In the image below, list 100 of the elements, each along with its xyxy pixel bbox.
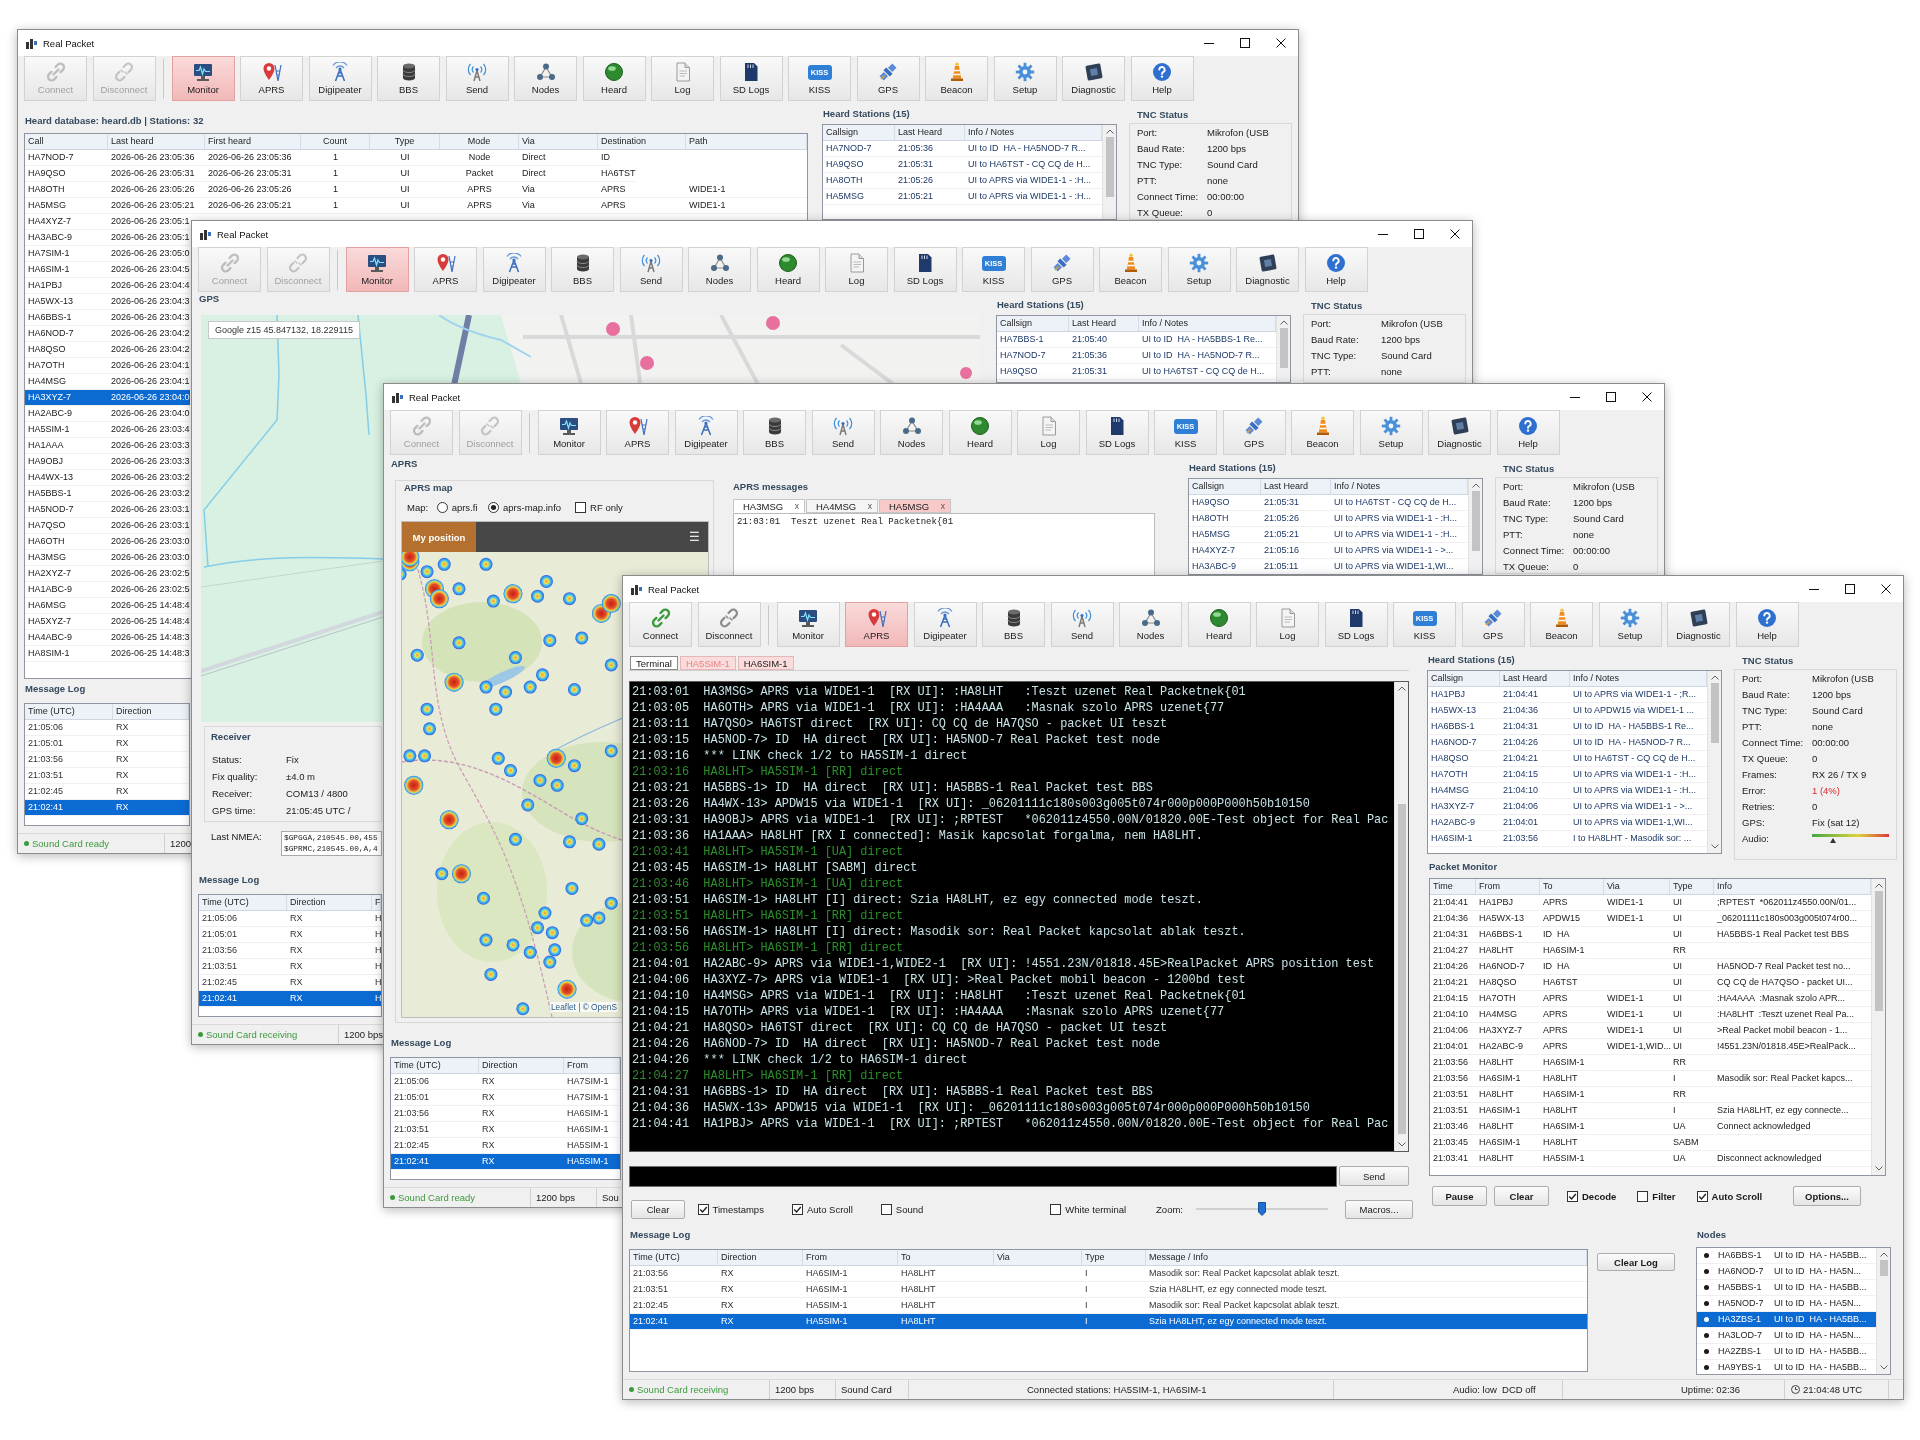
table-row[interactable]: 21:03:46 HA8LHT HA6SIM-1 UA Connect acknowledged <box>1430 1119 1871 1135</box>
scroll-down-icon[interactable] <box>1397 1142 1406 1147</box>
scroll-up-icon[interactable] <box>1471 483 1480 488</box>
toolbar-button[interactable]: Nodes <box>1119 602 1182 647</box>
toolbar-button[interactable]: Disconnect <box>697 602 761 647</box>
toolbar-button[interactable]: APRS <box>606 410 669 455</box>
table-row[interactable]: HA9QSO 2026-06-26 23:05:31 2026-06-26 23:05:31 1 UI Packet Direct HA6TST <box>25 166 636 182</box>
radio-label[interactable]: aprs-map.info <box>503 501 562 513</box>
table-row[interactable]: HA8OTH 2026-06-26 23:05:26 2026-06-26 23:05:26 1 UI APRS Via APRS WIDE1-1 <box>25 182 807 198</box>
table-row[interactable]: 21:04:21 HA8QSO HA6TST UI CQ CQ de HA7QSO - packet UI... <box>1430 975 1871 991</box>
scrollbar-thumb[interactable] <box>1874 891 1883 1011</box>
tab[interactable]: HA4MSG x <box>806 499 878 513</box>
table-row[interactable]: HA5MSG 21:05:21 UI to APRS via WIDE1-1 - :H... <box>823 189 1102 205</box>
slider-thumb[interactable] <box>1258 1202 1266 1216</box>
table-row[interactable]: 21:04:01 HA2ABC-9 APRS WIDE1-1,WID... UI !4551.23N/01818.45E>RealPack... <box>1430 1039 1871 1055</box>
checkbox-label[interactable]: RF only <box>590 501 623 513</box>
scrollbar[interactable] <box>1876 1248 1890 1374</box>
scrollbar-thumb[interactable] <box>1471 491 1480 551</box>
scrollbar[interactable] <box>1707 671 1721 853</box>
scroll-down-icon[interactable] <box>1874 1166 1883 1171</box>
toolbar-button[interactable]: Beacon <box>1530 602 1593 647</box>
toolbar-button[interactable]: GPS <box>1461 602 1525 647</box>
table-row[interactable]: HA5MSG 2026-06-26 23:05:21 2026-06-26 23:05:21 1 UI APRS Via APRS WIDE1-1 <box>25 198 807 214</box>
toolbar-button[interactable]: Diagnostic <box>1236 247 1299 292</box>
toolbar-button[interactable]: GPS <box>1030 247 1094 292</box>
scroll-up-icon[interactable] <box>1879 1252 1888 1257</box>
close-icon[interactable] <box>1642 392 1652 402</box>
toolbar-button[interactable]: BBS <box>377 56 440 101</box>
scrollbar-thumb[interactable] <box>1105 137 1114 197</box>
checkbox[interactable] <box>1050 1203 1062 1215</box>
toolbar-button[interactable]: Setup <box>993 56 1057 101</box>
table-row[interactable]: HA8QSO 21:04:21 UI to HA6TST - CQ CQ de H... <box>1428 751 1707 767</box>
checkbox-label[interactable]: Decode <box>1582 1190 1617 1202</box>
checkbox[interactable] <box>791 1203 803 1215</box>
scrollbar[interactable] <box>1276 316 1290 382</box>
table-row[interactable]: HA9QSO 21:05:31 UI to HA6TST - CQ CQ de H... <box>1189 495 1468 511</box>
toolbar-button[interactable]: Send <box>1050 602 1114 647</box>
table-row[interactable]: 21:02:41 RX <box>25 800 189 816</box>
checkbox[interactable] <box>1567 1190 1578 1202</box>
toolbar-button[interactable]: APRS <box>240 56 303 101</box>
my-position-button[interactable]: My position <box>402 522 476 552</box>
maximize-icon[interactable] <box>1240 38 1250 48</box>
toolbar-button[interactable]: Setup <box>1598 602 1662 647</box>
toolbar-button[interactable]: Clear <box>1494 1186 1549 1206</box>
clear-log-button[interactable]: Clear Log <box>1597 1253 1675 1271</box>
toolbar-button[interactable]: Digipeater <box>482 247 546 292</box>
command-input[interactable] <box>629 1166 1337 1187</box>
table-row[interactable]: HA3XYZ-7 21:04:06 UI to APRS via WIDE1-1 - >... <box>1428 799 1707 815</box>
toolbar-button[interactable]: Send <box>811 410 875 455</box>
table-row[interactable]: 21:04:26 HA6NOD-7 ID HA UI HA5NOD-7 Real Packet test no... <box>1430 959 1871 975</box>
checkbox-label[interactable]: Filter <box>1652 1190 1676 1202</box>
checkbox-label[interactable]: Auto Scroll <box>806 1203 853 1215</box>
toolbar-button[interactable]: Heard <box>582 56 646 101</box>
tab-close-button[interactable]: x <box>794 501 799 511</box>
toolbar-button[interactable]: SD Logs <box>1324 602 1388 647</box>
scroll-up-icon[interactable] <box>1397 686 1406 691</box>
clear-button[interactable]: Clear <box>631 1199 685 1219</box>
scroll-up-icon[interactable] <box>1279 320 1288 325</box>
toolbar-button[interactable]: Help <box>1735 602 1799 647</box>
table-row[interactable]: HA3XYZ-7 2026-06-26 23:04:0 <box>25 390 190 406</box>
tab[interactable]: Terminal <box>630 656 678 670</box>
checkbox-label[interactable]: Timestamps <box>712 1203 764 1215</box>
tab[interactable]: HA3MSG x <box>733 499 805 513</box>
toolbar-button[interactable]: Monitor <box>776 602 840 647</box>
toolbar-button[interactable]: Beacon <box>1291 410 1354 455</box>
checkbox[interactable] <box>880 1203 892 1215</box>
scrollbar-thumb[interactable] <box>1879 1260 1888 1276</box>
table-row[interactable]: 21:03:51 HA6SIM-1 HA8LHT I Szia HA8LHT, ez egy connecte... <box>1430 1103 1871 1119</box>
table-row[interactable]: 21:03:51 RX HA6SIM-1 HA8LHT I Szia HA8LHT, ez egy connected mode teszt. <box>630 1282 1587 1298</box>
toolbar-button[interactable]: Diagnostic <box>1062 56 1125 101</box>
table-row[interactable]: 21:02:41 RX HA5SIM-1 <box>391 1154 620 1170</box>
close-icon[interactable] <box>1881 584 1891 594</box>
close-icon[interactable] <box>1450 229 1460 239</box>
tab[interactable]: HA6SIM-1 <box>737 656 794 670</box>
scrollbar[interactable] <box>1468 479 1482 574</box>
tab-close-button[interactable]: x <box>940 501 945 511</box>
toolbar-button[interactable]: Pause <box>1432 1186 1487 1206</box>
toolbar-button[interactable]: SD Logs <box>1085 410 1149 455</box>
checkbox-label[interactable]: Sound <box>895 1203 924 1215</box>
toolbar-button[interactable]: Send <box>445 56 509 101</box>
table-row[interactable]: 21:04:06 HA3XYZ-7 APRS WIDE1-1 UI >Real Packet mobil beacon - 1... <box>1430 1023 1871 1039</box>
toolbar-button[interactable]: Setup <box>1167 247 1231 292</box>
toolbar-button[interactable]: Connect <box>629 602 692 647</box>
toolbar-button[interactable]: Digipeater <box>913 602 977 647</box>
maximize-icon[interactable] <box>1414 229 1424 239</box>
toolbar-button[interactable]: Digipeater <box>674 410 738 455</box>
table-row[interactable]: 21:03:56 HA6SIM-1 HA8LHT I Masodik sor: Real Packet kapcs... <box>1430 1071 1871 1087</box>
table-row[interactable]: 21:04:10 HA4MSG APRS WIDE1-1 UI :HA8LHT :Teszt uzenet Real Pa... <box>1430 1007 1871 1023</box>
toolbar-button[interactable]: Setup <box>1359 410 1423 455</box>
table-row[interactable]: 21:03:56 RX HA6SIM-1 HA8LHT I Masodik sor: Real Packet kapcsolat ablak teszt. <box>630 1266 1587 1282</box>
toolbar-button[interactable]: Heard <box>1187 602 1251 647</box>
toolbar-button[interactable]: Help <box>1304 247 1368 292</box>
tab[interactable]: HA5MSG x <box>879 499 951 513</box>
toolbar-button[interactable]: BBS <box>743 410 806 455</box>
toolbar-button[interactable]: APRS <box>414 247 477 292</box>
toolbar-button[interactable]: Monitor <box>345 247 409 292</box>
toolbar-button[interactable]: GPS <box>856 56 920 101</box>
toolbar-button[interactable]: Beacon <box>925 56 988 101</box>
toolbar-button[interactable]: Heard <box>948 410 1012 455</box>
scroll-up-icon[interactable] <box>1710 675 1719 680</box>
